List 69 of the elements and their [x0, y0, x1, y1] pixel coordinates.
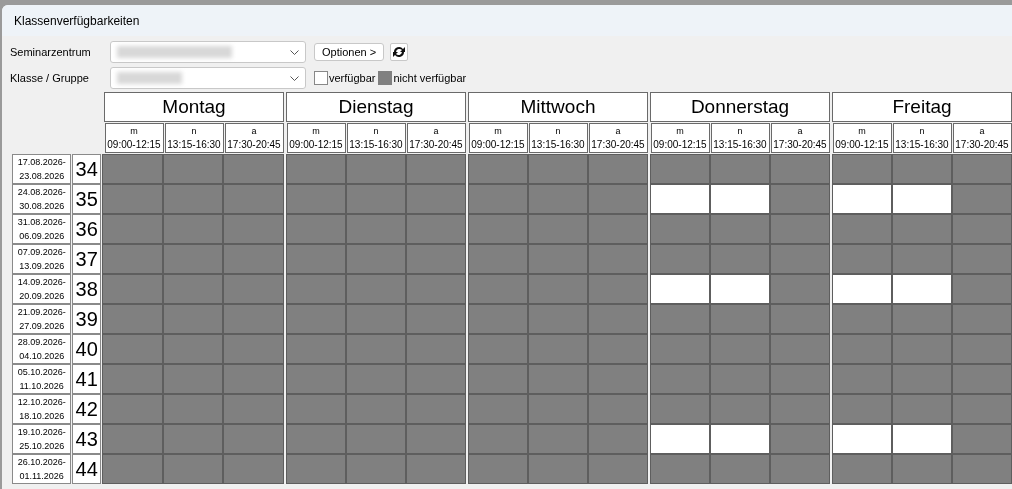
slot-code: n [919, 125, 925, 138]
slot-time: 17:30-20:45 [591, 138, 645, 151]
slot-code: n [555, 125, 561, 138]
slot-time: 13:15-16:30 [349, 138, 403, 151]
date-range-cell: 21.09.2026- 27.09.2026 [12, 304, 72, 334]
slot-time: 17:30-20:45 [227, 138, 281, 151]
window-title: Klassenverfügbarkeiten [14, 12, 140, 30]
slot-code: n [737, 125, 743, 138]
slot-time: 09:00-12:15 [653, 138, 707, 151]
date-range-cell: 07.09.2026- 13.09.2026 [12, 244, 72, 274]
slot-code: a [615, 125, 621, 138]
date-range-cell: 28.09.2026- 04.10.2026 [12, 334, 72, 364]
week-number-cell: 34 [72, 154, 101, 184]
slot-time: 13:15-16:30 [895, 138, 949, 151]
day-header: Montag [104, 92, 284, 122]
slot-code: n [191, 125, 197, 138]
date-range-cell: 31.08.2026- 06.09.2026 [12, 214, 72, 244]
slot-time: 13:15-16:30 [531, 138, 585, 151]
week-number-cell: 37 [72, 244, 101, 274]
slot-code: m [676, 125, 684, 138]
legend-label: verfügbar [329, 70, 376, 86]
day-header: Mittwoch [468, 92, 648, 122]
dropdown[interactable] [110, 41, 306, 63]
slot-time: 17:30-20:45 [955, 138, 1009, 151]
slot-time: 17:30-20:45 [409, 138, 463, 151]
slot-time: 09:00-12:15 [471, 138, 525, 151]
date-range-cell: 12.10.2026- 18.10.2026 [12, 394, 72, 424]
week-number-cell: 38 [72, 274, 101, 304]
slot-time: 09:00-12:15 [289, 138, 343, 151]
date-range-cell: 24.08.2026- 30.08.2026 [12, 184, 72, 214]
field-label: Seminarzentrum [10, 44, 92, 60]
day-header: Donnerstag [650, 92, 830, 122]
slot-time: 17:30-20:45 [773, 138, 827, 151]
date-range-cell: 17.08.2026- 23.08.2026 [12, 154, 72, 184]
slot-code: n [373, 125, 379, 138]
week-number-cell: 36 [72, 214, 101, 244]
slot-code: a [433, 125, 439, 138]
date-range-cell: 26.10.2026- 01.11.2026 [12, 454, 72, 484]
options-button[interactable]: Optionen > [314, 43, 385, 61]
slot-time: 13:15-16:30 [713, 138, 767, 151]
date-range-cell: 19.10.2026- 25.10.2026 [12, 424, 72, 454]
week-number-cell: 44 [72, 454, 101, 484]
slot-time: 13:15-16:30 [167, 138, 221, 151]
slot-code: m [130, 125, 138, 138]
slot-code: m [494, 125, 502, 138]
refresh-button[interactable] [390, 43, 409, 61]
day-header: Dienstag [286, 92, 466, 122]
week-number-cell: 40 [72, 334, 101, 364]
week-number-cell: 42 [72, 394, 101, 424]
week-number-cell: 39 [72, 304, 101, 334]
date-range-cell: 14.09.2026- 20.09.2026 [12, 274, 72, 304]
slot-code: a [797, 125, 803, 138]
slot-time: 09:00-12:15 [835, 138, 889, 151]
slot-time: 09:00-12:15 [107, 138, 161, 151]
week-number-cell: 41 [72, 364, 101, 394]
chevron-down-icon [290, 49, 299, 55]
slot-code: a [251, 125, 257, 138]
chevron-down-icon [290, 75, 299, 81]
week-number-cell: 43 [72, 424, 101, 454]
date-range-cell: 05.10.2026- 11.10.2026 [12, 364, 72, 394]
slot-code: a [979, 125, 985, 138]
field-label: Klasse / Gruppe [10, 70, 90, 86]
refresh-icon [392, 46, 407, 58]
legend-label: nicht verfügbar [393, 70, 467, 86]
day-header: Freitag [832, 92, 1012, 122]
week-number-cell: 35 [72, 184, 101, 214]
slot-code: m [858, 125, 866, 138]
dropdown[interactable] [110, 67, 306, 89]
slot-code: m [312, 125, 320, 138]
